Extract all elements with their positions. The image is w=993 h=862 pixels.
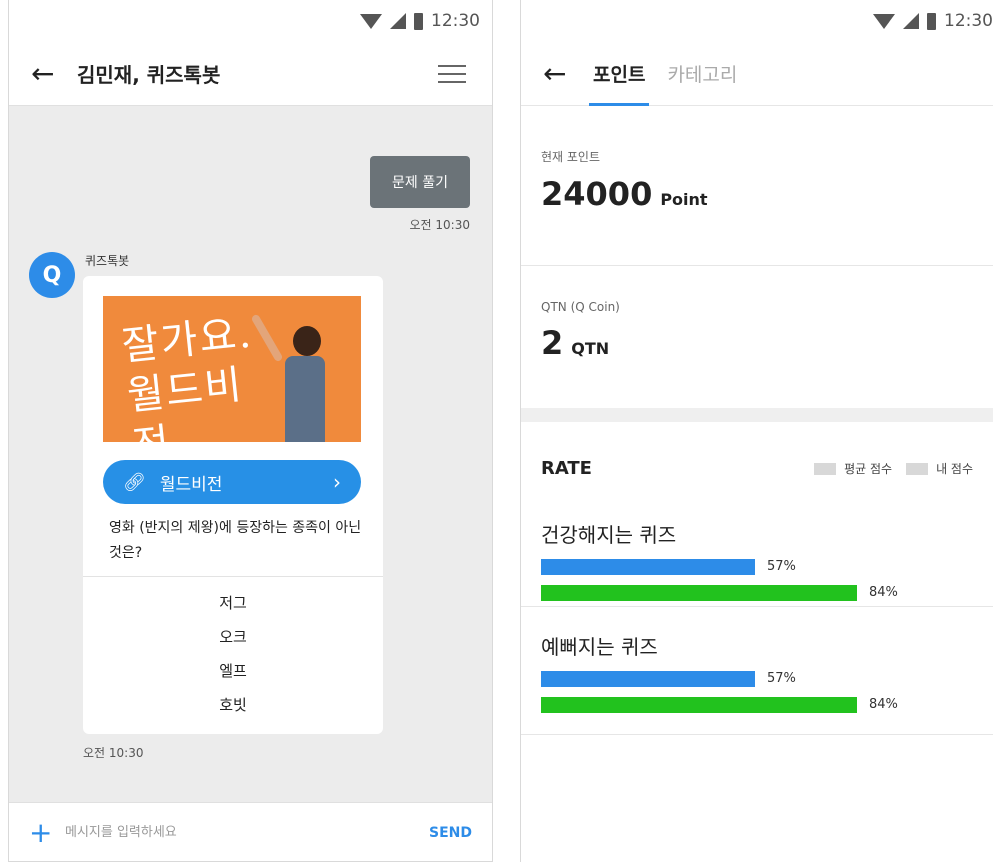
current-points-section: 현재 포인트 24000 Point bbox=[521, 106, 993, 266]
bot-logo-icon: Q bbox=[42, 262, 62, 288]
status-time: 12:30 bbox=[944, 11, 993, 31]
back-arrow-icon[interactable]: ← bbox=[31, 59, 65, 88]
current-points-value: 24000 bbox=[541, 175, 653, 213]
average-score-label: 57% bbox=[767, 559, 796, 574]
section-separator bbox=[521, 408, 993, 422]
cell-signal-icon bbox=[390, 13, 406, 29]
quiz-option[interactable]: 저그 bbox=[219, 592, 247, 613]
image-figure-head bbox=[293, 326, 321, 356]
average-score-fill bbox=[541, 671, 755, 687]
legend-swatch bbox=[906, 462, 929, 475]
image-figure-body bbox=[285, 356, 325, 442]
wifi-icon bbox=[360, 13, 382, 29]
wifi-icon bbox=[873, 13, 895, 29]
tab-category[interactable]: 카테고리 bbox=[667, 42, 737, 106]
quiz-rate-row: 예뻐지는 퀴즈 57% 84% bbox=[521, 607, 993, 735]
chat-title: 김민재, 퀴즈톡봇 bbox=[77, 63, 221, 87]
average-score-bar: 57% bbox=[541, 671, 917, 687]
average-score-bar: 57% bbox=[541, 559, 917, 575]
message-input-bar: + SEND bbox=[9, 802, 492, 861]
legend-average-label: 평균 점수 bbox=[844, 462, 893, 476]
legend-mine: 내 점수 bbox=[906, 460, 973, 477]
chat-screen: 12:30 ← 김민재, 퀴즈톡봇 문제 풀기 오전 10:30 Q 퀴즈톡봇 … bbox=[8, 0, 493, 862]
my-score-label: 84% bbox=[869, 697, 898, 712]
qtn-value: 2 bbox=[541, 324, 564, 362]
qtn-unit: QTN bbox=[571, 339, 610, 358]
quiz-options: 저그 오크 엘프 호빗 bbox=[83, 592, 383, 715]
legend-mine-label: 내 점수 bbox=[936, 462, 973, 476]
send-button[interactable]: SEND bbox=[429, 825, 472, 841]
plus-icon[interactable]: + bbox=[29, 816, 65, 849]
quiz-option[interactable]: 호빗 bbox=[219, 694, 247, 715]
my-score-label: 84% bbox=[869, 585, 898, 600]
quiz-option[interactable]: 엘프 bbox=[219, 660, 247, 681]
card-divider bbox=[83, 576, 383, 577]
rate-header: RATE 평균 점수 내 점수 bbox=[521, 422, 993, 479]
tab-points[interactable]: 포인트 bbox=[588, 42, 650, 106]
current-points-label: 현재 포인트 bbox=[541, 150, 601, 164]
my-message-time: 오전 10:30 bbox=[409, 218, 470, 232]
battery-icon bbox=[414, 12, 423, 30]
link-icon: 🔗︎ bbox=[123, 471, 146, 493]
my-score-bar: 84% bbox=[541, 585, 917, 601]
quiz-option[interactable]: 오크 bbox=[219, 626, 247, 647]
status-bar: 12:30 bbox=[9, 0, 492, 42]
my-message-bubble: 문제 풀기 bbox=[370, 156, 470, 208]
bot-avatar[interactable]: Q bbox=[29, 252, 75, 298]
status-bar: 12:30 bbox=[521, 0, 993, 42]
bot-quiz-card: 잘가요. 월드비전 🔗︎ 월드비전 › 영화 (반지의 제왕)에 등장하는 종족… bbox=[83, 276, 383, 734]
points-screen: 12:30 ← 포인트 카테고리 현재 포인트 24000 Point QTN … bbox=[520, 0, 993, 862]
status-time: 12:30 bbox=[431, 11, 480, 31]
points-app-bar: ← 포인트 카테고리 bbox=[521, 42, 993, 106]
my-score-fill bbox=[541, 585, 857, 601]
cell-signal-icon bbox=[903, 13, 919, 29]
qtn-section: QTN (Q Coin) 2 QTN bbox=[521, 266, 993, 408]
battery-icon bbox=[927, 12, 936, 30]
quiz-rate-row: 건강해지는 퀴즈 57% 84% bbox=[521, 479, 993, 607]
back-arrow-icon[interactable]: ← bbox=[543, 59, 577, 88]
menu-icon[interactable] bbox=[438, 64, 466, 83]
legend-average: 평균 점수 bbox=[814, 460, 892, 477]
chat-app-bar: ← 김민재, 퀴즈톡봇 bbox=[9, 42, 492, 106]
average-score-fill bbox=[541, 559, 755, 575]
legend-swatch bbox=[814, 462, 837, 475]
campaign-image[interactable]: 잘가요. 월드비전 bbox=[103, 296, 361, 442]
average-score-label: 57% bbox=[767, 671, 796, 686]
current-points-unit: Point bbox=[660, 190, 708, 209]
quiz-name: 예뻐지는 퀴즈 bbox=[541, 635, 658, 659]
bot-message-time: 오전 10:30 bbox=[83, 746, 144, 760]
link-button-label: 월드비전 bbox=[159, 474, 223, 495]
bot-name: 퀴즈톡봇 bbox=[85, 254, 130, 268]
my-score-bar: 84% bbox=[541, 697, 917, 713]
qtn-label: QTN (Q Coin) bbox=[541, 300, 620, 314]
quiz-name: 건강해지는 퀴즈 bbox=[541, 523, 677, 547]
worldvision-link-button[interactable]: 🔗︎ 월드비전 › bbox=[103, 460, 361, 504]
chevron-right-icon: › bbox=[333, 470, 341, 494]
quiz-question: 영화 (반지의 제왕)에 등장하는 종족이 아닌것은? bbox=[109, 520, 362, 561]
rate-title: RATE bbox=[541, 458, 592, 479]
message-input[interactable] bbox=[65, 825, 430, 840]
message-list[interactable]: 문제 풀기 오전 10:30 Q 퀴즈톡봇 잘가요. 월드비전 🔗︎ 월드비전 … bbox=[9, 106, 492, 802]
my-score-fill bbox=[541, 697, 857, 713]
